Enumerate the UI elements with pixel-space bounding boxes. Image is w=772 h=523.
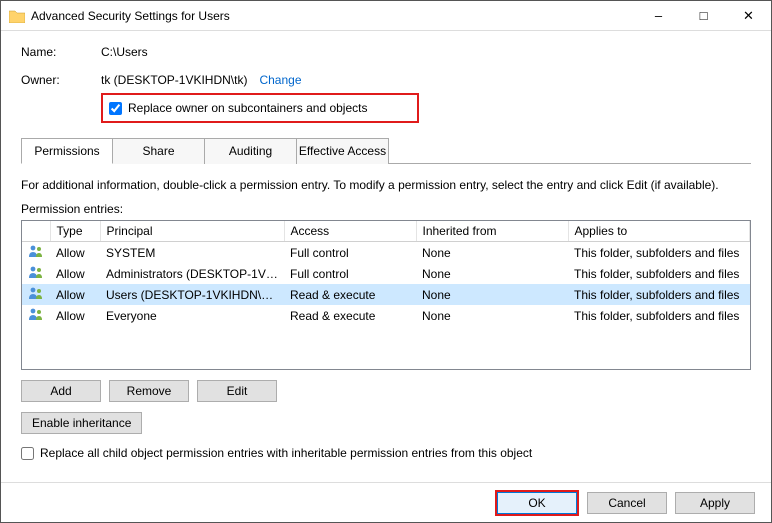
- people-icon: [22, 263, 50, 284]
- content-area: Name: C:\Users Owner: tk (DESKTOP-1VKIHD…: [1, 31, 771, 470]
- cell-type: Allow: [50, 305, 100, 326]
- info-text: For additional information, double-click…: [21, 178, 751, 192]
- owner-value: tk (DESKTOP-1VKIHDN\tk): [101, 73, 247, 87]
- cell-applies: This folder, subfolders and files: [568, 284, 750, 305]
- cell-principal: Everyone: [100, 305, 284, 326]
- header-access[interactable]: Access: [284, 221, 416, 242]
- header-icon[interactable]: [22, 221, 50, 242]
- header-type[interactable]: Type: [50, 221, 100, 242]
- name-value: C:\Users: [101, 45, 148, 59]
- cell-inherited: None: [416, 242, 568, 264]
- people-icon: [22, 284, 50, 305]
- cell-principal: Users (DESKTOP-1VKIHDN\Us...: [100, 284, 284, 305]
- table-row[interactable]: AllowUsers (DESKTOP-1VKIHDN\Us...Read & …: [22, 284, 750, 305]
- cell-access: Read & execute: [284, 305, 416, 326]
- window-title: Advanced Security Settings for Users: [31, 9, 230, 23]
- window-controls: – □ ✕: [636, 1, 771, 30]
- owner-row: Owner: tk (DESKTOP-1VKIHDN\tk) Change: [21, 73, 751, 87]
- entry-buttons-row: Add Remove Edit: [21, 380, 751, 402]
- permission-entries-label: Permission entries:: [21, 202, 751, 216]
- cell-access: Full control: [284, 263, 416, 284]
- name-label: Name:: [21, 45, 101, 59]
- name-row: Name: C:\Users: [21, 45, 751, 59]
- cell-type: Allow: [50, 263, 100, 284]
- edit-button[interactable]: Edit: [197, 380, 277, 402]
- cell-type: Allow: [50, 284, 100, 305]
- tab-share[interactable]: Share: [113, 138, 205, 164]
- replace-child-label: Replace all child object permission entr…: [40, 446, 532, 460]
- cell-inherited: None: [416, 305, 568, 326]
- header-applies[interactable]: Applies to: [568, 221, 750, 242]
- cell-applies: This folder, subfolders and files: [568, 242, 750, 264]
- ok-button[interactable]: OK: [497, 492, 577, 514]
- cell-inherited: None: [416, 284, 568, 305]
- replace-child-checkbox[interactable]: [21, 447, 34, 460]
- cell-applies: This folder, subfolders and files: [568, 305, 750, 326]
- cell-access: Full control: [284, 242, 416, 264]
- tab-permissions[interactable]: Permissions: [21, 138, 113, 164]
- table-row[interactable]: AllowAdministrators (DESKTOP-1VK...Full …: [22, 263, 750, 284]
- cell-type: Allow: [50, 242, 100, 264]
- tab-effective-access[interactable]: Effective Access: [297, 138, 389, 164]
- cell-principal: Administrators (DESKTOP-1VK...: [100, 263, 284, 284]
- ok-highlight: OK: [495, 490, 579, 516]
- owner-label: Owner:: [21, 73, 101, 87]
- apply-button[interactable]: Apply: [675, 492, 755, 514]
- cell-inherited: None: [416, 263, 568, 284]
- people-icon: [22, 305, 50, 326]
- cell-principal: SYSTEM: [100, 242, 284, 264]
- remove-button[interactable]: Remove: [109, 380, 189, 402]
- cell-access: Read & execute: [284, 284, 416, 305]
- replace-owner-highlight: Replace owner on subcontainers and objec…: [101, 93, 419, 123]
- cancel-button[interactable]: Cancel: [587, 492, 667, 514]
- tab-auditing[interactable]: Auditing: [205, 138, 297, 164]
- enable-inheritance-button[interactable]: Enable inheritance: [21, 412, 142, 434]
- replace-child-row: Replace all child object permission entr…: [21, 446, 751, 460]
- permission-entries-table[interactable]: Type Principal Access Inherited from App…: [21, 220, 751, 370]
- titlebar: Advanced Security Settings for Users – □…: [1, 1, 771, 31]
- header-principal[interactable]: Principal: [100, 221, 284, 242]
- table-header-row: Type Principal Access Inherited from App…: [22, 221, 750, 242]
- tab-strip: Permissions Share Auditing Effective Acc…: [21, 137, 751, 164]
- header-inherited[interactable]: Inherited from: [416, 221, 568, 242]
- table-row[interactable]: AllowEveryoneRead & executeNoneThis fold…: [22, 305, 750, 326]
- folder-icon: [9, 9, 25, 23]
- replace-owner-checkbox[interactable]: [109, 102, 122, 115]
- dialog-footer: OK Cancel Apply: [1, 482, 771, 522]
- add-button[interactable]: Add: [21, 380, 101, 402]
- cell-applies: This folder, subfolders and files: [568, 263, 750, 284]
- people-icon: [22, 242, 50, 264]
- maximize-button[interactable]: □: [681, 1, 726, 30]
- minimize-button[interactable]: –: [636, 1, 681, 30]
- replace-owner-label: Replace owner on subcontainers and objec…: [128, 101, 367, 115]
- close-button[interactable]: ✕: [726, 1, 771, 30]
- table-row[interactable]: AllowSYSTEMFull controlNoneThis folder, …: [22, 242, 750, 264]
- change-owner-link[interactable]: Change: [259, 73, 301, 87]
